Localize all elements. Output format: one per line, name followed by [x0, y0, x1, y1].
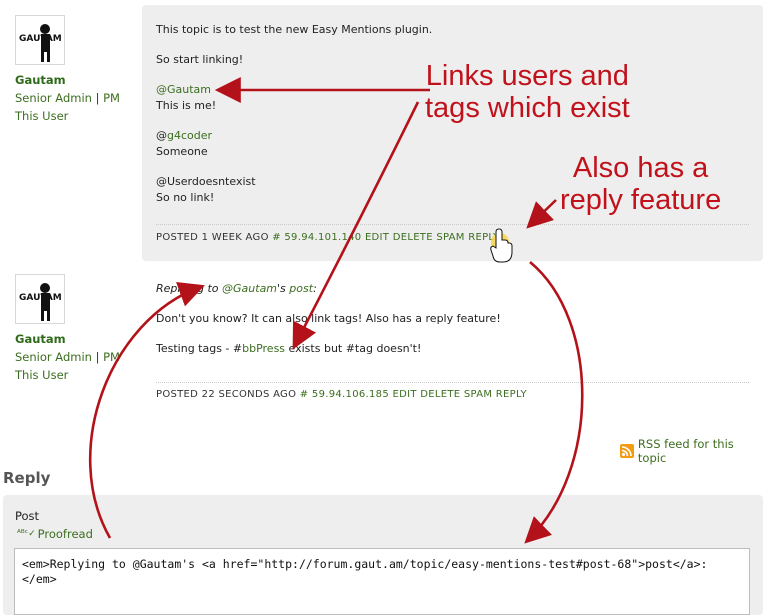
hand-cursor-icon	[490, 228, 513, 263]
arrow-to-textarea	[524, 261, 584, 544]
arrow-to-reply	[526, 199, 557, 229]
annotation-reply: Also has a reply feature	[560, 152, 722, 216]
arrow-to-tag	[292, 101, 420, 350]
annotation-arrows	[88, 77, 584, 544]
annotation-links: Links users and tags which exist	[425, 60, 630, 124]
arrow-to-replying	[88, 281, 205, 539]
